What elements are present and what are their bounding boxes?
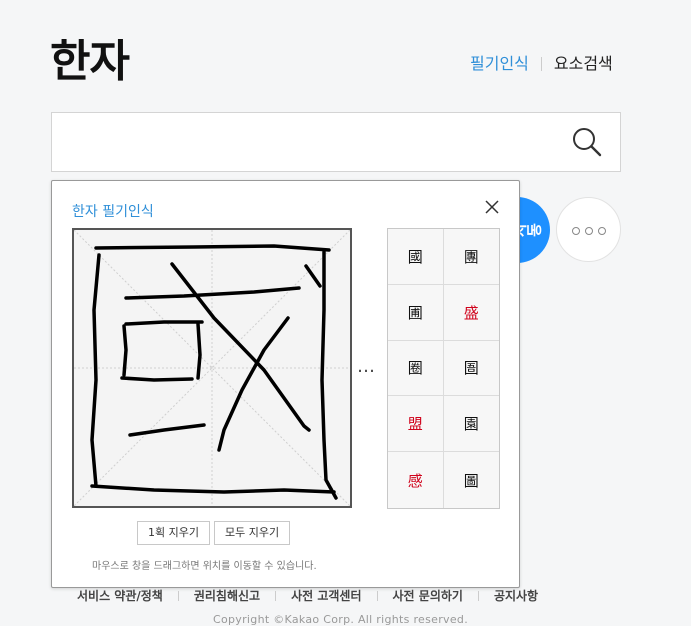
search-icon (573, 128, 602, 157)
candidate-char[interactable]: 圈 (388, 340, 444, 397)
more-icon (572, 227, 580, 235)
element-search-tab[interactable]: 요소검색 (554, 53, 613, 75)
footer-divider (477, 590, 479, 601)
footer-link[interactable]: 공지사항 (494, 587, 538, 604)
close-button[interactable] (483, 198, 501, 216)
candidate-char[interactable]: 團 (443, 229, 499, 285)
handwriting-strokes (74, 230, 350, 506)
handwriting-popup[interactable]: 한자 필기인식 … 國 團 圃 盛 圈 圄 盟 園 感 圖 1획 지우기 모두 … (51, 180, 520, 588)
candidate-char[interactable]: 盛 (443, 285, 499, 341)
undo-stroke-button[interactable]: 1획 지우기 (137, 521, 210, 545)
top-nav: 필기인식 요소검색 (470, 53, 613, 75)
candidate-char[interactable]: 感 (388, 452, 444, 508)
candidate-char[interactable]: 圃 (388, 284, 444, 341)
erase-buttons: 1획 지우기 모두 지우기 (137, 521, 291, 545)
candidate-char[interactable]: 圄 (443, 341, 499, 397)
drawing-canvas[interactable] (72, 228, 352, 508)
popup-title: 한자 필기인식 (72, 204, 154, 220)
footer-link[interactable]: 사전 문의하기 (393, 587, 463, 604)
candidate-char[interactable]: 盟 (388, 396, 444, 453)
search-button[interactable] (570, 125, 604, 159)
search-bar (51, 112, 621, 172)
close-icon (485, 200, 499, 214)
footer-divider (376, 590, 378, 601)
more-candidates-icon[interactable]: … (357, 356, 376, 377)
footer-links: 서비스 약관/정책 권리침해신고 사전 고객센터 사전 문의하기 공지사항 (77, 587, 538, 604)
candidate-char[interactable]: 園 (443, 396, 499, 453)
handwriting-tab[interactable]: 필기인식 (470, 53, 529, 75)
more-icon-dot (598, 227, 606, 235)
footer-link[interactable]: 서비스 약관/정책 (77, 587, 163, 604)
page-title: 한자 (50, 36, 130, 87)
clear-all-button[interactable]: 모두 지우기 (213, 521, 291, 545)
footer-link[interactable]: 사전 고객센터 (291, 587, 361, 604)
candidate-char[interactable]: 圖 (444, 452, 500, 508)
candidate-grid: 國團圃盛圈圄盟園感圖 (387, 228, 500, 509)
copyright: Copyright ©Kakao Corp. All rights reserv… (213, 613, 468, 626)
footer-link[interactable]: 권리침해신고 (194, 587, 260, 604)
footer-divider (177, 590, 179, 601)
nav-divider (540, 57, 542, 71)
more-button[interactable] (556, 197, 621, 262)
candidate-char[interactable]: 國 (388, 229, 444, 285)
help-text: 마우스로 창을 드래그하면 위치를 이동할 수 있습니다. (92, 561, 317, 572)
more-icon-dot (585, 227, 593, 235)
search-input[interactable] (66, 127, 546, 157)
footer-divider (275, 590, 277, 601)
